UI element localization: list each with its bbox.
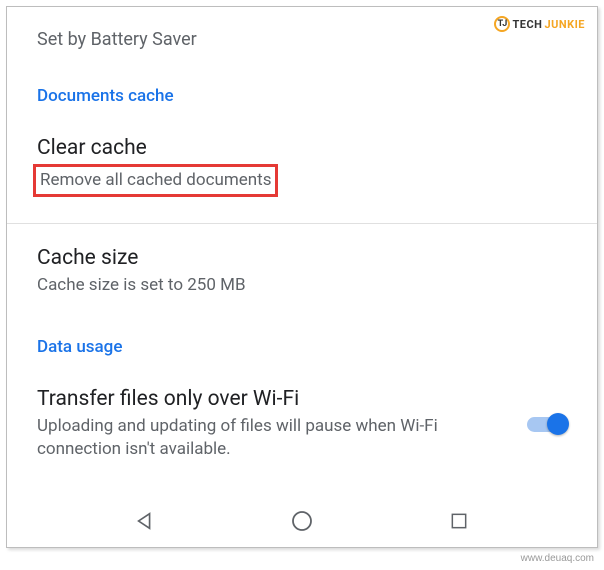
techjunkie-watermark: TJ TECHJUNKIE [494, 16, 585, 32]
watermark-text-junkie: JUNKIE [544, 18, 585, 31]
techjunkie-logo-icon: TJ [494, 16, 510, 32]
documents-cache-section-header: Documents cache [7, 86, 597, 106]
home-button[interactable] [290, 509, 314, 533]
wifi-only-item[interactable]: Transfer files only over Wi-Fi Uploading… [7, 387, 597, 461]
battery-saver-label: Set by Battery Saver [7, 29, 597, 50]
data-usage-section-header: Data usage [7, 337, 597, 357]
cache-size-subtitle: Cache size is set to 250 MB [37, 274, 567, 297]
clear-cache-item[interactable]: Clear cache Remove all cached documents [7, 136, 597, 197]
home-circle-icon [290, 509, 314, 533]
source-watermark: www.deuaq.com [521, 553, 594, 564]
divider [7, 223, 597, 224]
wifi-only-toggle[interactable] [527, 415, 567, 433]
recent-square-icon [449, 511, 469, 531]
cache-size-title: Cache size [37, 246, 567, 270]
toggle-thumb [547, 413, 569, 435]
watermark-text-tech: TECH [512, 18, 542, 31]
recent-apps-button[interactable] [447, 509, 471, 533]
wifi-only-text: Transfer files only over Wi-Fi Uploading… [37, 387, 511, 461]
clear-cache-highlight: Remove all cached documents [37, 164, 567, 197]
cache-size-item[interactable]: Cache size Cache size is set to 250 MB [7, 246, 597, 297]
settings-screen: TJ TECHJUNKIE Set by Battery Saver Docum… [6, 6, 598, 548]
clear-cache-subtitle: Remove all cached documents [33, 164, 278, 197]
wifi-only-subtitle: Uploading and updating of files will pau… [37, 415, 511, 461]
settings-content: Set by Battery Saver Documents cache Cle… [7, 7, 597, 461]
wifi-only-title: Transfer files only over Wi-Fi [37, 387, 511, 411]
clear-cache-title: Clear cache [37, 136, 567, 160]
back-button[interactable] [133, 509, 157, 533]
back-triangle-icon [134, 510, 156, 532]
android-nav-bar [7, 495, 597, 547]
